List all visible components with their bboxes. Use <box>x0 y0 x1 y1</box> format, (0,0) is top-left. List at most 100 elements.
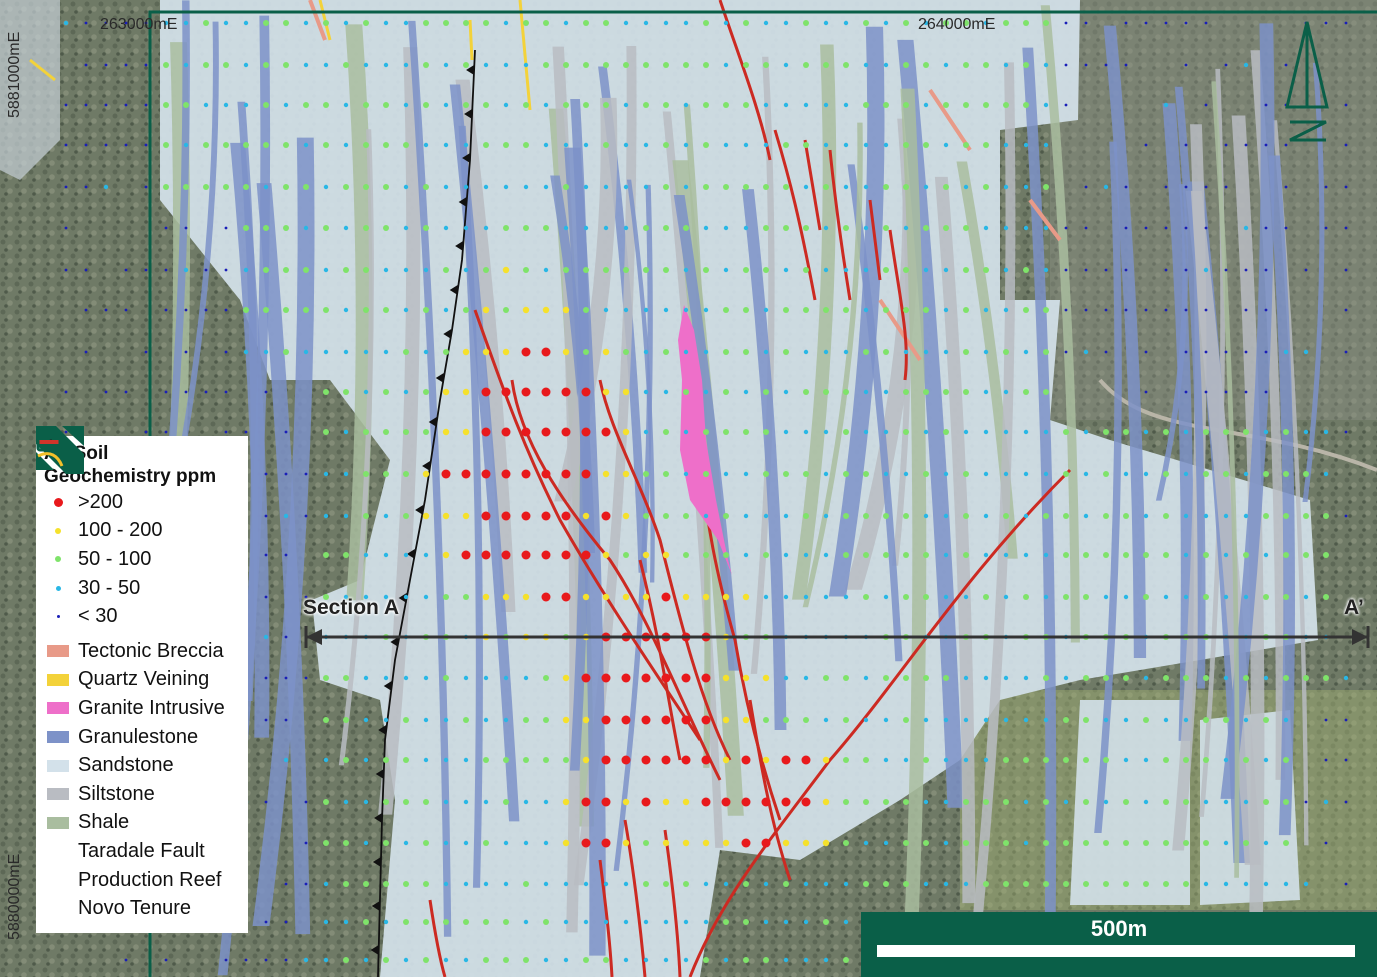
soil-sample-point <box>1243 675 1249 681</box>
legend-unit-row: Siltstone <box>44 780 240 809</box>
soil-sample-point <box>663 102 669 108</box>
soil-sample-point <box>443 675 449 681</box>
soil-sample-point <box>623 142 629 148</box>
soil-sample-point <box>124 390 128 394</box>
soil-sample-point <box>383 267 389 273</box>
soil-sample-point <box>1023 389 1029 395</box>
soil-sample-point <box>1163 717 1169 723</box>
soil-sample-point <box>323 552 329 558</box>
soil-sample-point <box>643 20 649 26</box>
soil-sample-point <box>541 469 551 479</box>
soil-sample-point <box>1184 308 1188 312</box>
soil-sample-point <box>521 387 531 397</box>
soil-sample-point <box>203 142 209 148</box>
soil-sample-point <box>763 513 769 519</box>
soil-sample-point <box>723 349 729 355</box>
soil-sample-point <box>523 62 529 68</box>
soil-sample-point <box>1163 513 1169 519</box>
soil-sample-point <box>1103 757 1109 763</box>
soil-sample-point <box>164 390 168 394</box>
soil-sample-point <box>144 268 148 272</box>
soil-sample-point <box>843 349 849 355</box>
soil-sample-point <box>1103 429 1109 435</box>
soil-sample-point <box>1143 881 1149 887</box>
soil-sample-point <box>543 957 549 963</box>
soil-sample-point <box>503 20 509 26</box>
soil-sample-point <box>403 20 409 26</box>
soil-sample-point <box>623 225 629 231</box>
soil-sample-point <box>1023 717 1029 723</box>
soil-sample-point <box>163 142 169 148</box>
soil-sample-point <box>803 184 809 190</box>
soil-sample-point <box>963 881 969 887</box>
soil-sample-point <box>562 839 570 847</box>
soil-sample-point <box>503 142 509 148</box>
soil-sample-point <box>1064 21 1068 25</box>
soil-sample-point <box>323 957 329 963</box>
soil-sample-point <box>1084 226 1088 230</box>
soil-sample-point <box>943 757 949 763</box>
soil-sample-point <box>581 550 591 560</box>
soil-sample-point <box>863 594 869 600</box>
soil-sample-point <box>662 839 670 847</box>
soil-sample-point <box>383 757 389 763</box>
soil-sample-point <box>661 592 671 602</box>
legend-unit-row: Granulestone <box>44 723 240 752</box>
soil-sample-point <box>343 429 349 435</box>
soil-sample-point <box>1263 429 1269 435</box>
soil-sample-point <box>1244 308 1248 312</box>
soil-sample-point <box>583 225 589 231</box>
soil-sample-point <box>783 307 789 313</box>
soil-sample-point <box>523 20 529 26</box>
soil-sample-point <box>1223 717 1229 723</box>
soil-sample-point <box>483 799 489 805</box>
soil-sample-point <box>703 184 709 190</box>
soil-sample-point <box>603 307 609 313</box>
soil-sample-point <box>264 958 268 962</box>
soil-sample-point <box>1123 513 1129 519</box>
soil-sample-point <box>1003 594 1009 600</box>
soil-sample-point <box>283 184 289 190</box>
soil-sample-point <box>1184 21 1188 25</box>
soil-sample-point <box>683 267 689 273</box>
soil-sample-point <box>463 225 469 231</box>
soil-sample-point <box>923 552 929 558</box>
soil-sample-point <box>383 881 389 887</box>
soil-sample-point <box>803 717 809 723</box>
soil-sample-point <box>723 62 729 68</box>
soil-sample-point <box>1003 184 1009 190</box>
soil-sample-point <box>84 21 88 25</box>
soil-sample-point <box>963 757 969 763</box>
soil-sample-point <box>903 552 909 558</box>
soil-sample-point <box>703 142 709 148</box>
soil-sample-point <box>323 881 329 887</box>
legend-unit-row: Taradale Fault <box>37 437 240 866</box>
soil-sample-point <box>683 881 689 887</box>
soil-sample-point <box>503 225 509 231</box>
soil-sample-point <box>562 348 570 356</box>
soil-sample-point <box>701 715 711 725</box>
soil-sample-point <box>663 184 669 190</box>
soil-sample-point <box>663 471 669 477</box>
soil-sample-point <box>522 306 530 314</box>
soil-sample-point <box>603 184 609 190</box>
soil-sample-point <box>1143 840 1149 846</box>
soil-sample-point <box>803 267 809 273</box>
soil-sample-point <box>602 551 610 559</box>
soil-sample-point <box>343 957 349 963</box>
soil-sample-point <box>84 308 88 312</box>
soil-sample-point <box>1244 143 1248 147</box>
soil-sample-point <box>723 389 729 395</box>
legend-soil-row: >200 <box>44 488 240 517</box>
soil-sample-point <box>983 513 989 519</box>
soil-sample-point <box>983 594 989 600</box>
soil-sample-point <box>363 429 369 435</box>
soil-sample-point <box>423 881 429 887</box>
soil-sample-point <box>84 63 88 67</box>
soil-sample-point <box>663 881 669 887</box>
soil-sample-point <box>583 184 589 190</box>
soil-sample-point <box>523 717 529 723</box>
soil-sample-point <box>803 20 809 26</box>
soil-sample-point <box>383 717 389 723</box>
soil-sample-point <box>883 349 889 355</box>
